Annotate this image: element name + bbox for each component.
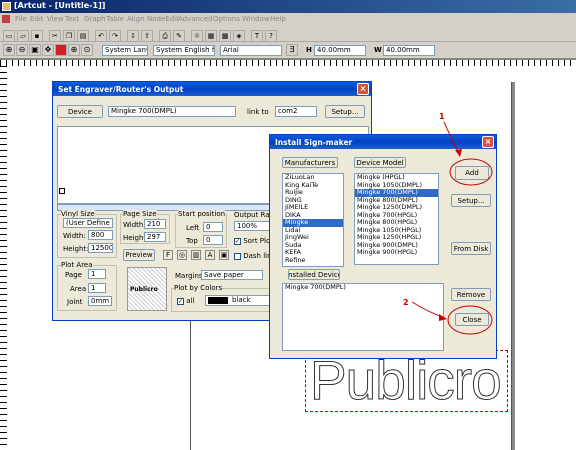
add-highlight-circle [449, 158, 493, 186]
arrow-2-head [439, 314, 447, 321]
annotation-overlay [411, 121, 493, 335]
arrow-1-head [455, 149, 462, 157]
close-highlight-circle [447, 305, 493, 335]
annotation-2: 2 [403, 298, 409, 307]
annotation-1: 1 [439, 112, 445, 121]
